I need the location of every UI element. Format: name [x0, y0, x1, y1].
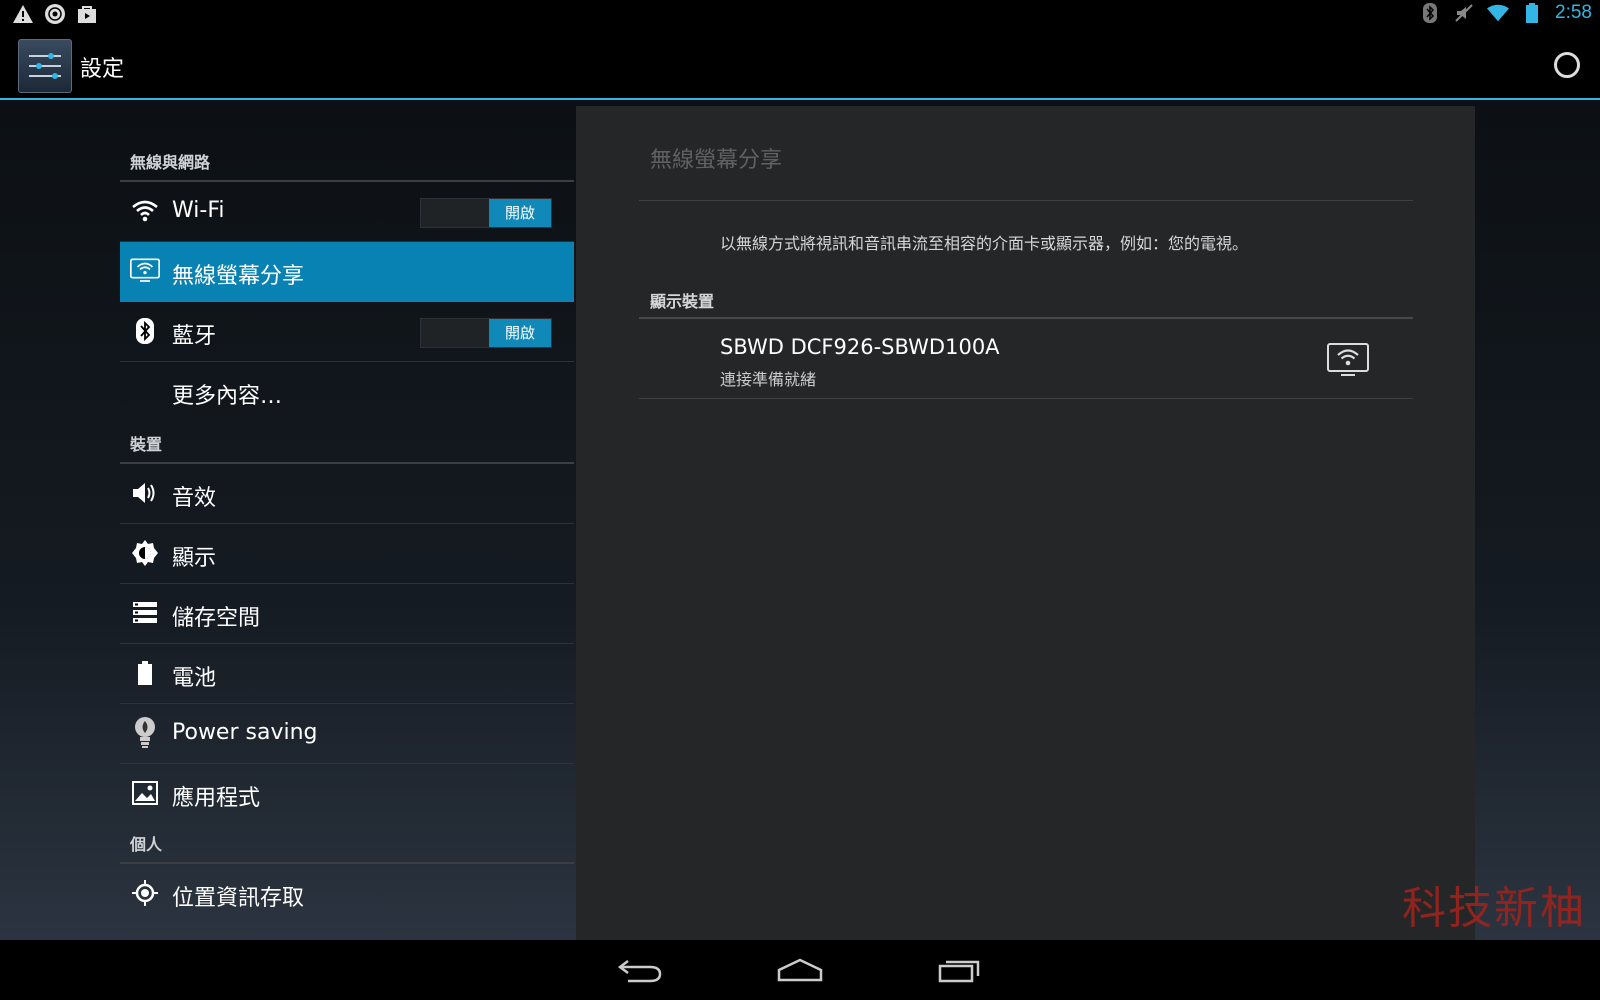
page-title: 設定: [80, 57, 125, 82]
toggle-on-label: 開啟: [489, 319, 551, 347]
shopping-bag-icon: [76, 3, 98, 25]
sidebar-item-battery[interactable]: 電池: [120, 644, 574, 704]
location-icon: [130, 878, 160, 908]
section-header-display-devices: 顯示裝置: [639, 286, 1413, 319]
sidebar-item-wifi[interactable]: Wi-Fi 開啟: [120, 182, 574, 242]
bluetooth-icon: [130, 316, 160, 346]
recent-apps-icon[interactable]: [930, 950, 990, 990]
sidebar-item-label: 位置資訊存取: [172, 886, 305, 911]
sidebar-item-label: Wi-Fi: [172, 198, 225, 223]
sidebar-item-label: 儲存空間: [172, 606, 261, 631]
sidebar-item-label: 電池: [172, 666, 217, 691]
sidebar-item-label: 更多內容…: [172, 384, 283, 409]
brightness-icon: [130, 538, 160, 568]
sidebar-item-label: 音效: [172, 486, 217, 511]
wifi-icon: [1487, 2, 1510, 24]
sidebar-item-wireless-display[interactable]: 無線螢幕分享: [120, 242, 574, 302]
sidebar-item-label: 無線螢幕分享: [172, 264, 305, 289]
sidebar-item-sound[interactable]: 音效: [120, 464, 574, 524]
refresh-icon[interactable]: [1554, 52, 1580, 78]
watermark: 科技新柚: [1402, 883, 1586, 934]
sidebar-item-display[interactable]: 顯示: [120, 524, 574, 584]
wireless-display-icon: [1327, 343, 1371, 379]
apps-icon: [130, 778, 160, 808]
back-icon[interactable]: [610, 950, 670, 990]
sidebar-item-power-saving[interactable]: Power saving: [120, 704, 574, 764]
sidebar-item-location[interactable]: 位置資訊存取: [120, 864, 574, 924]
sidebar-item-apps[interactable]: 應用程式: [120, 764, 574, 823]
settings-sidebar: 無線與網路 Wi-Fi 開啟 無線螢幕分享 藍牙 開啟 更多內容… 裝置 音效 …: [120, 100, 574, 940]
warning-icon: [12, 3, 34, 25]
bluetooth-icon: [1419, 2, 1441, 24]
toggle-on-label: 開啟: [489, 199, 551, 227]
section-header-wireless: 無線與網路: [120, 140, 574, 182]
clock: 2:58: [1555, 2, 1592, 23]
detail-pane: 無線螢幕分享 以無線方式將視訊和音訊串流至相容的介面卡或顯示器，例如：您的電視。…: [576, 106, 1475, 940]
status-bar-system: 2:58: [1419, 2, 1592, 24]
wireless-display-icon: [130, 256, 160, 286]
settings-sliders-icon[interactable]: [18, 39, 72, 93]
bluetooth-toggle[interactable]: 開啟: [420, 318, 552, 348]
device-name: SBWD DCF926-SBWD100A: [720, 335, 1000, 359]
mute-icon: [1453, 2, 1475, 24]
navigation-bar: [0, 940, 1600, 1000]
action-bar: 設定: [0, 30, 1600, 100]
main-area: 無線與網路 Wi-Fi 開啟 無線螢幕分享 藍牙 開啟 更多內容… 裝置 音效 …: [0, 100, 1600, 940]
sidebar-item-label: 藍牙: [172, 324, 217, 349]
sidebar-item-label: 顯示: [172, 546, 217, 571]
device-row[interactable]: SBWD DCF926-SBWD100A 連接準備就緒: [639, 318, 1413, 399]
sidebar-item-more[interactable]: 更多內容…: [120, 362, 574, 421]
device-status: 連接準備就緒: [720, 370, 817, 389]
battery-icon: [1521, 2, 1543, 24]
detail-description: 以無線方式將視訊和音訊串流至相容的介面卡或顯示器，例如：您的電視。: [720, 234, 1249, 253]
status-bar: 2:58: [0, 0, 1600, 30]
lightbulb-icon: [130, 717, 160, 748]
battery-icon: [130, 658, 160, 688]
wifi-icon: [130, 196, 160, 226]
divider: [639, 200, 1413, 201]
sidebar-item-storage[interactable]: 儲存空間: [120, 584, 574, 644]
speaker-icon: [130, 478, 160, 508]
sidebar-item-label: 應用程式: [172, 786, 261, 811]
sidebar-item-label: Power saving: [172, 720, 318, 745]
section-header-personal: 個人: [120, 822, 574, 864]
status-bar-notifications: [12, 3, 98, 25]
signal-circle-icon: [44, 3, 66, 25]
home-icon[interactable]: [770, 950, 830, 990]
section-header-device: 裝置: [120, 422, 574, 464]
storage-icon: [130, 598, 160, 628]
wifi-toggle[interactable]: 開啟: [420, 198, 552, 228]
detail-title: 無線螢幕分享: [650, 148, 783, 173]
sidebar-item-bluetooth[interactable]: 藍牙 開啟: [120, 302, 574, 362]
